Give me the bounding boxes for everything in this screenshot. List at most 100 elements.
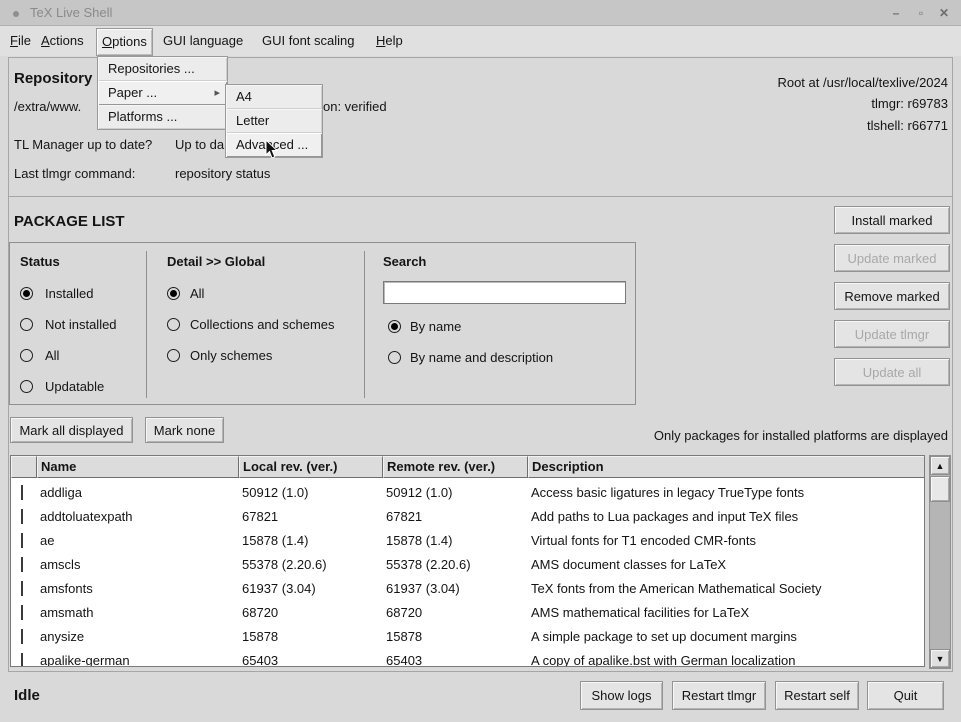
status-text: Idle	[14, 687, 40, 704]
update-marked-button[interactable]: Update marked	[834, 244, 950, 272]
menu-actions[interactable]: Actions	[36, 26, 89, 56]
table-row[interactable]: addliga 50912 (1.0) 50912 (1.0) Access b…	[11, 480, 925, 504]
update-all-button[interactable]: Update all	[834, 358, 950, 386]
cell-local: 50912 (1.0)	[239, 485, 383, 500]
menu-gui-font-scaling[interactable]: GUI font scaling	[257, 26, 360, 56]
row-checkbox[interactable]	[21, 653, 23, 668]
table-row[interactable]: ae 15878 (1.4) 15878 (1.4) Virtual fonts…	[11, 528, 925, 552]
close-icon[interactable]: ✕	[934, 4, 954, 22]
repository-url-fragment-left: /extra/www.	[14, 99, 81, 114]
cell-remote: 65403	[383, 653, 528, 668]
cell-local: 15878	[239, 629, 383, 644]
row-checkbox[interactable]	[21, 629, 23, 644]
scrollbar-thumb[interactable]	[930, 476, 950, 502]
cell-description: A copy of apalike.bst with German locali…	[528, 653, 925, 668]
header-checkbox-column[interactable]	[11, 456, 37, 478]
tlshell-revision: tlshell: r66771	[648, 118, 948, 133]
cell-local: 68720	[239, 605, 383, 620]
search-group-label: Search	[383, 254, 426, 269]
menu-item-platforms[interactable]: Platforms ...	[98, 105, 227, 129]
row-checkbox[interactable]	[21, 485, 23, 500]
header-local-rev[interactable]: Local rev. (ver.)	[239, 456, 383, 478]
cell-description: AMS document classes for LaTeX	[528, 557, 925, 572]
quit-button[interactable]: Quit	[867, 681, 944, 710]
radio-all-status[interactable]	[20, 349, 33, 362]
radio-by-name-description-label: By name and description	[410, 350, 553, 365]
table-header: Name Local rev. (ver.) Remote rev. (ver.…	[11, 456, 925, 478]
radio-updatable[interactable]	[20, 380, 33, 393]
radio-not-installed-label: Not installed	[45, 317, 117, 332]
repository-heading: Repository	[14, 70, 92, 87]
last-command-label: Last tlmgr command:	[14, 166, 135, 181]
menu-item-paper[interactable]: Paper ... ▸	[98, 81, 227, 105]
cell-name: amsfonts	[37, 581, 239, 596]
header-description[interactable]: Description	[528, 456, 925, 478]
radio-installed-label: Installed	[45, 286, 93, 301]
radio-not-installed[interactable]	[20, 318, 33, 331]
radio-by-name[interactable]	[388, 320, 401, 333]
table-row[interactable]: apalike-german 65403 65403 A copy of apa…	[11, 648, 925, 667]
submenu-item-a4[interactable]: A4	[226, 85, 322, 109]
radio-only-schemes[interactable]	[167, 349, 180, 362]
cell-local: 55378 (2.20.6)	[239, 557, 383, 572]
menu-item-paper-label: Paper ...	[108, 85, 157, 100]
table-row[interactable]: amsfonts 61937 (3.04) 61937 (3.04) TeX f…	[11, 576, 925, 600]
cell-name: amsmath	[37, 605, 239, 620]
search-input[interactable]	[383, 281, 626, 304]
titlebar: TeX Live Shell – ▫ ✕	[0, 0, 961, 26]
minimize-icon[interactable]: –	[886, 4, 906, 22]
radio-updatable-label: Updatable	[45, 379, 104, 394]
menu-help[interactable]: Help	[371, 26, 408, 56]
menu-options[interactable]: Options	[96, 28, 153, 56]
mouse-cursor	[265, 139, 281, 161]
update-tlmgr-button[interactable]: Update tlmgr	[834, 320, 950, 348]
menu-file[interactable]: File	[5, 26, 36, 56]
cell-description: Access basic ligatures in legacy TrueTyp…	[528, 485, 925, 500]
row-checkbox[interactable]	[21, 533, 23, 548]
cell-local: 15878 (1.4)	[239, 533, 383, 548]
scroll-down-icon[interactable]: ▼	[930, 649, 950, 668]
radio-detail-all-label: All	[190, 286, 204, 301]
cell-remote: 61937 (3.04)	[383, 581, 528, 596]
menu-item-repositories[interactable]: Repositories ...	[98, 57, 227, 81]
header-name[interactable]: Name	[37, 456, 239, 478]
table-row[interactable]: amscls 55378 (2.20.6) 55378 (2.20.6) AMS…	[11, 552, 925, 576]
radio-collections-schemes-label: Collections and schemes	[190, 317, 335, 332]
window-title: TeX Live Shell	[30, 5, 112, 20]
tlmgr-revision: tlmgr: r69783	[648, 96, 948, 111]
show-logs-button[interactable]: Show logs	[580, 681, 663, 710]
radio-by-name-description[interactable]	[388, 351, 401, 364]
cell-name: amscls	[37, 557, 239, 572]
restart-tlmgr-button[interactable]: Restart tlmgr	[672, 681, 766, 710]
cell-description: A simple package to set up document marg…	[528, 629, 925, 644]
submenu-arrow-icon: ▸	[214, 81, 220, 105]
scroll-up-icon[interactable]: ▲	[930, 456, 950, 475]
cell-name: anysize	[37, 629, 239, 644]
mark-none-button[interactable]: Mark none	[145, 417, 224, 443]
menu-gui-language[interactable]: GUI language	[158, 26, 248, 56]
row-checkbox[interactable]	[21, 581, 23, 596]
cell-description: Add paths to Lua packages and input TeX …	[528, 509, 925, 524]
row-checkbox[interactable]	[21, 509, 23, 524]
table-row[interactable]: anysize 15878 15878 A simple package to …	[11, 624, 925, 648]
status-group-label: Status	[20, 254, 60, 269]
install-marked-button[interactable]: Install marked	[834, 206, 950, 234]
tl-manager-value: Up to da	[175, 137, 224, 152]
row-checkbox[interactable]	[21, 605, 23, 620]
submenu-item-letter[interactable]: Letter	[226, 109, 322, 133]
remove-marked-button[interactable]: Remove marked	[834, 282, 950, 310]
restart-self-button[interactable]: Restart self	[775, 681, 859, 710]
vertical-scrollbar[interactable]: ▲ ▼	[929, 455, 951, 669]
app-window: { "window": { "title": "TeX Live Shell",…	[0, 0, 961, 722]
row-checkbox[interactable]	[21, 557, 23, 572]
cell-local: 61937 (3.04)	[239, 581, 383, 596]
radio-collections-schemes[interactable]	[167, 318, 180, 331]
maximize-icon[interactable]: ▫	[911, 4, 931, 22]
mark-all-displayed-button[interactable]: Mark all displayed	[10, 417, 133, 443]
radio-detail-all[interactable]	[167, 287, 180, 300]
table-row[interactable]: amsmath 68720 68720 AMS mathematical fac…	[11, 600, 925, 624]
table-row[interactable]: addtoluatexpath 67821 67821 Add paths to…	[11, 504, 925, 528]
header-remote-rev[interactable]: Remote rev. (ver.)	[383, 456, 528, 478]
repository-verification-fragment: on: verified	[323, 99, 387, 114]
radio-installed[interactable]	[20, 287, 33, 300]
